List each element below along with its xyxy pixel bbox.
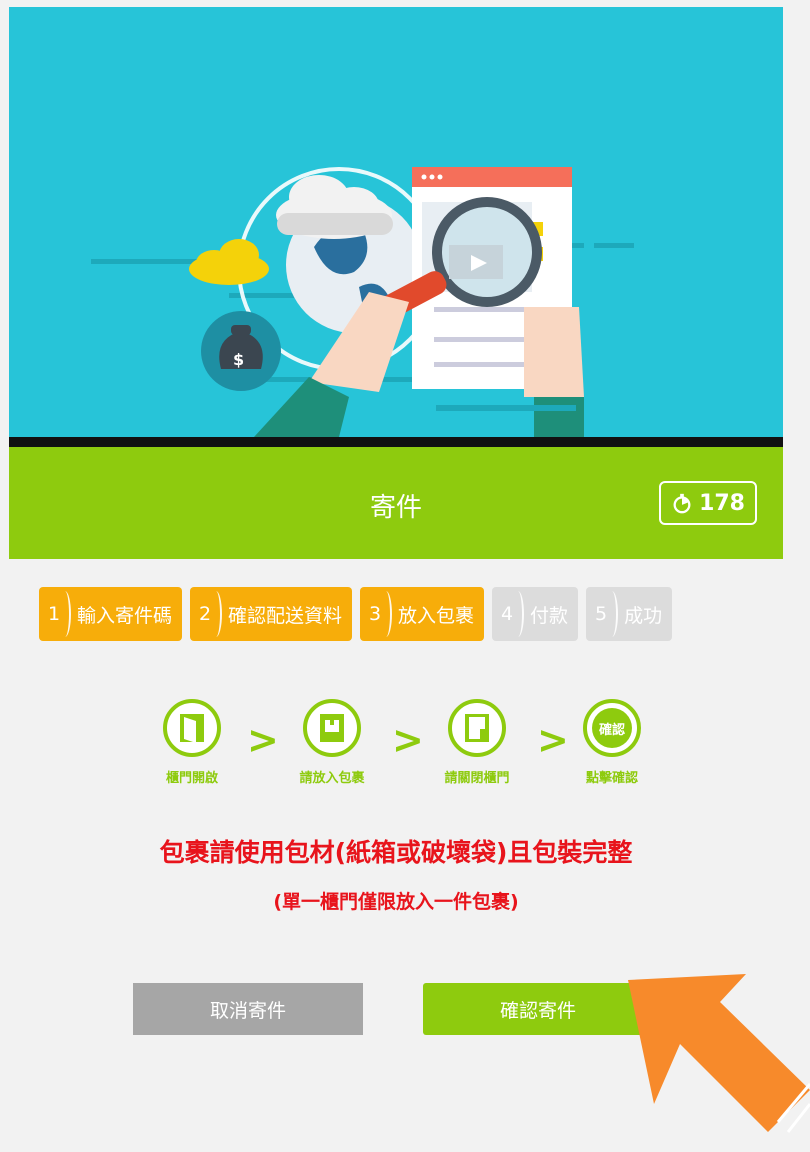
packaging-notice: 包裹請使用包材(紙箱或破壞袋)且包裝完整 — [159, 838, 633, 867]
flow-caption: 點擊確認 — [585, 771, 638, 786]
tap-confirm-icon: 確認 — [583, 699, 641, 757]
step-number: 1 — [39, 587, 71, 641]
stopwatch-icon — [673, 493, 691, 514]
step-3: 3 放入包裹 — [360, 587, 485, 641]
flow-step-close-door: 請關閉櫃門 — [432, 699, 522, 786]
single-package-notice: (單一櫃門僅限放入一件包裹) — [273, 891, 519, 913]
flow-step-tap-confirm: 確認 點擊確認 — [567, 699, 657, 786]
step-label: 放入包裹 — [398, 604, 475, 627]
countdown-timer: 178 — [659, 481, 757, 525]
step-number: 2 — [190, 587, 223, 641]
chevron-right-icon: > — [392, 718, 424, 762]
hero-illustration: $ — [9, 7, 783, 437]
step-2: 2 確認配送資料 — [190, 587, 353, 641]
step-label: 輸入寄件碼 — [77, 604, 173, 627]
flow-caption: 櫃門開啟 — [165, 771, 218, 786]
package-icon — [303, 699, 361, 757]
step-number: 3 — [360, 587, 393, 641]
hero-illustration-graphic: $ — [91, 167, 634, 437]
flow-step-door-open: 櫃門開啟 — [147, 699, 237, 786]
confirm-shipment-button[interactable]: 確認寄件 — [423, 983, 653, 1035]
flow-caption: 請關閉櫃門 — [444, 771, 510, 786]
chevron-right-icon: > — [537, 718, 569, 762]
step-5: 5 成功 — [586, 587, 673, 641]
hero-divider — [9, 437, 783, 447]
step-label: 付款 — [530, 604, 569, 627]
step-4: 4 付款 — [492, 587, 579, 641]
step-label: 確認配送資料 — [228, 604, 343, 627]
flow-step-put-package: 請放入包裹 — [287, 699, 377, 786]
pointer-arrow-icon — [628, 974, 810, 1133]
step-number: 5 — [586, 587, 619, 641]
countdown-value: 178 — [699, 490, 745, 516]
progress-steps: 1 輸入寄件碼 2 確認配送資料 3 放入包裹 4 付款 5 成功 — [39, 587, 673, 641]
header-bar: 寄件 178 — [9, 447, 783, 559]
step-number: 4 — [492, 587, 525, 641]
flow-caption: 請放入包裹 — [299, 771, 365, 786]
svg-text:$: $ — [233, 350, 244, 369]
step-label: 成功 — [624, 604, 663, 627]
tap-confirm-text: 確認 — [592, 708, 632, 748]
instruction-flow: 櫃門開啟 > 請放入包裹 > 請關閉櫃門 > 確認 點擊確認 — [147, 699, 657, 789]
chevron-right-icon: > — [247, 718, 279, 762]
door-close-icon — [448, 699, 506, 757]
step-1: 1 輸入寄件碼 — [39, 587, 183, 641]
cancel-shipment-button[interactable]: 取消寄件 — [133, 983, 363, 1035]
door-open-icon — [163, 699, 221, 757]
